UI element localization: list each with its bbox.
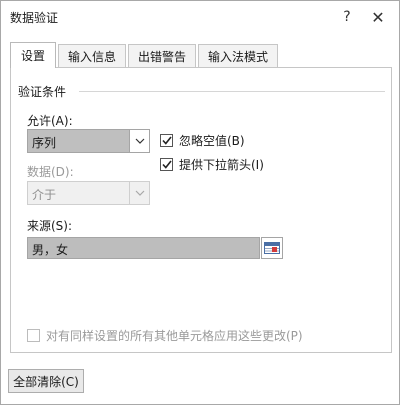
allow-select[interactable]: 序列	[27, 129, 150, 153]
help-button[interactable]: ?	[335, 5, 359, 29]
tab-settings[interactable]: 设置	[10, 42, 56, 68]
apply-to-all-checkbox[interactable]: 对有同样设置的所有其他单元格应用这些更改(P)	[27, 327, 303, 344]
chevron-down-icon[interactable]	[129, 130, 149, 152]
allow-select-value: 序列	[32, 136, 57, 150]
data-select[interactable]: 介于	[27, 181, 150, 205]
tab-input-message[interactable]: 输入信息	[58, 44, 126, 68]
section-divider	[79, 91, 385, 92]
source-label: 来源(S):	[27, 219, 73, 233]
tab-ime-mode[interactable]: 输入法模式	[198, 44, 278, 68]
data-label: 数据(D):	[27, 165, 74, 179]
checkbox-box[interactable]	[27, 329, 40, 342]
close-button[interactable]: ✕	[366, 5, 390, 29]
allow-label: 允许(A):	[27, 114, 73, 128]
check-icon	[161, 136, 172, 145]
dialog-title: 数据验证	[10, 11, 59, 25]
source-input[interactable]: 男，女	[27, 237, 260, 259]
source-input-value: 男，女	[32, 243, 69, 257]
clear-all-button[interactable]: 全部清除(C)	[8, 369, 84, 393]
dialog-button-bar: 全部清除(C)	[1, 361, 399, 405]
title-bar: 数据验证 ? ✕	[1, 1, 399, 33]
in-cell-dropdown-label: 提供下拉箭头(I)	[179, 158, 264, 172]
chevron-down-icon[interactable]	[129, 182, 149, 204]
apply-to-all-label: 对有同样设置的所有其他单元格应用这些更改(P)	[46, 329, 303, 343]
checkbox-box[interactable]	[160, 134, 173, 147]
ignore-blank-label: 忽略空值(B)	[179, 134, 245, 148]
settings-panel: 验证条件 允许(A): 序列 忽略空值(B) 提供下拉箭头(I) 数据(D): …	[10, 67, 392, 353]
range-select-button[interactable]	[261, 237, 283, 259]
range-select-icon	[264, 242, 280, 254]
check-icon	[161, 160, 172, 169]
section-title: 验证条件	[18, 85, 67, 99]
in-cell-dropdown-checkbox[interactable]: 提供下拉箭头(I)	[160, 156, 264, 173]
checkbox-box[interactable]	[160, 158, 173, 171]
tab-error-alert[interactable]: 出错警告	[128, 44, 196, 68]
ignore-blank-checkbox[interactable]: 忽略空值(B)	[160, 132, 245, 149]
data-select-value: 介于	[32, 188, 57, 202]
data-validation-dialog: 数据验证 ? ✕ 设置 输入信息 出错警告 输入法模式 验证条件 允许(A): …	[0, 0, 400, 405]
